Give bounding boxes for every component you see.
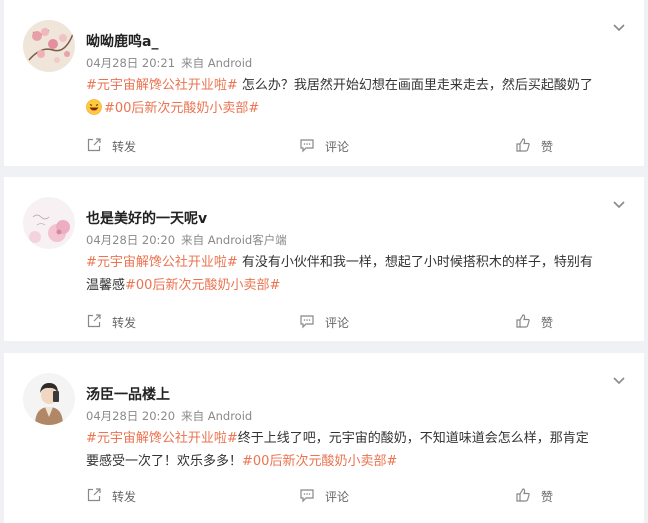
comment-button[interactable]: 评论 [299,484,349,508]
comment-icon [299,137,325,156]
like-label: 赞 [541,489,554,504]
avatar[interactable] [23,197,75,249]
chevron-down-icon[interactable] [612,195,626,209]
thumbs-up-icon [515,487,541,506]
post-actions: 转发 评论 赞 [4,484,644,508]
comment-label: 评论 [325,139,350,154]
share-label: 转发 [112,489,137,504]
post-text: 温馨感 [86,278,126,293]
post-time[interactable]: 04月28日 20:20 [86,233,175,247]
post-card: 汤臣一品楼上 04月28日 20:20 来自 Android #元宇宙解馋公社开业… [4,353,644,523]
username[interactable]: 也是美好的一天呢v [86,208,207,228]
like-button[interactable]: 赞 [515,134,553,158]
share-label: 转发 [112,315,137,330]
like-label: 赞 [541,139,554,154]
post-meta: 04月28日 20:20 来自 Android客户端 [86,232,287,248]
share-label: 转发 [112,139,137,154]
post-meta: 04月28日 20:20 来自 Android [86,408,252,424]
topic-tag[interactable]: #00后新次元酸奶小卖部# [125,278,280,293]
post-time[interactable]: 04月28日 20:20 [86,409,175,423]
like-button[interactable]: 赞 [515,484,553,508]
like-button[interactable]: 赞 [515,310,553,334]
username[interactable]: 汤臣一品楼上 [86,384,170,404]
topic-tag[interactable]: #元宇宙解馋公社开业啦# [86,255,238,270]
laughing-emoji-icon [86,99,102,115]
share-icon [86,313,112,332]
comment-icon [299,487,325,506]
share-icon [86,137,112,156]
share-icon [86,487,112,506]
post-card: 呦呦鹿鸣a_ 04月28日 20:21 来自 Android #元宇宙解馋公社开业… [4,0,644,166]
topic-tag[interactable]: #元宇宙解馋公社开业啦# [86,78,238,93]
username[interactable]: 呦呦鹿鸣a_ [86,31,158,51]
post-text: 要感受一次了！欢乐多多！ [86,454,243,469]
post-text: 终于上线了吧，元宇宙的酸奶，不知道味道会怎么样，那肯定 [237,431,589,446]
chevron-down-icon[interactable] [612,18,626,32]
post-text: 怎么办？我居然开始幻想在画面里走来走去，然后买起酸奶了 [237,78,593,93]
share-button[interactable]: 转发 [86,310,136,334]
post-text: 有没有小伙伴和我一样，想起了小时候搭积木的样子，特别有 [237,255,593,270]
share-button[interactable]: 转发 [86,484,136,508]
comment-button[interactable]: 评论 [299,134,349,158]
chevron-down-icon[interactable] [612,371,626,385]
post-source: 来自 Android [181,56,253,70]
post-source: 来自 Android [181,409,253,423]
avatar[interactable] [23,373,75,425]
post-source: 来自 Android客户端 [181,233,287,247]
like-label: 赞 [541,315,554,330]
post-time[interactable]: 04月28日 20:21 [86,56,175,70]
thumbs-up-icon [515,313,541,332]
comment-label: 评论 [325,489,350,504]
topic-tag[interactable]: #00后新次元酸奶小卖部# [104,101,259,116]
weibo-comment-feed: 呦呦鹿鸣a_ 04月28日 20:21 来自 Android #元宇宙解馋公社开业… [0,0,648,523]
post-content: #元宇宙解馋公社开业啦#终于上线了吧，元宇宙的酸奶，不知道味道会怎么样，那肯定要… [86,427,636,473]
thumbs-up-icon [515,137,541,156]
post-card: 也是美好的一天呢v 04月28日 20:20 来自 Android客户端 #元宇宙… [4,177,644,341]
post-content: #元宇宙解馋公社开业啦# 有没有小伙伴和我一样，想起了小时候搭积木的样子，特别有… [86,251,636,297]
post-meta: 04月28日 20:21 来自 Android [86,55,252,71]
avatar[interactable] [23,20,75,72]
topic-tag[interactable]: #00后新次元酸奶小卖部# [242,454,397,469]
post-actions: 转发 评论 赞 [4,310,644,334]
comment-icon [299,313,325,332]
share-button[interactable]: 转发 [86,134,136,158]
post-content: #元宇宙解馋公社开业啦# 怎么办？我居然开始幻想在画面里走来走去，然后买起酸奶了… [86,74,636,120]
post-actions: 转发 评论 赞 [4,134,644,158]
comment-label: 评论 [325,315,350,330]
topic-tag[interactable]: #元宇宙解馋公社开业啦# [86,431,238,446]
comment-button[interactable]: 评论 [299,310,349,334]
